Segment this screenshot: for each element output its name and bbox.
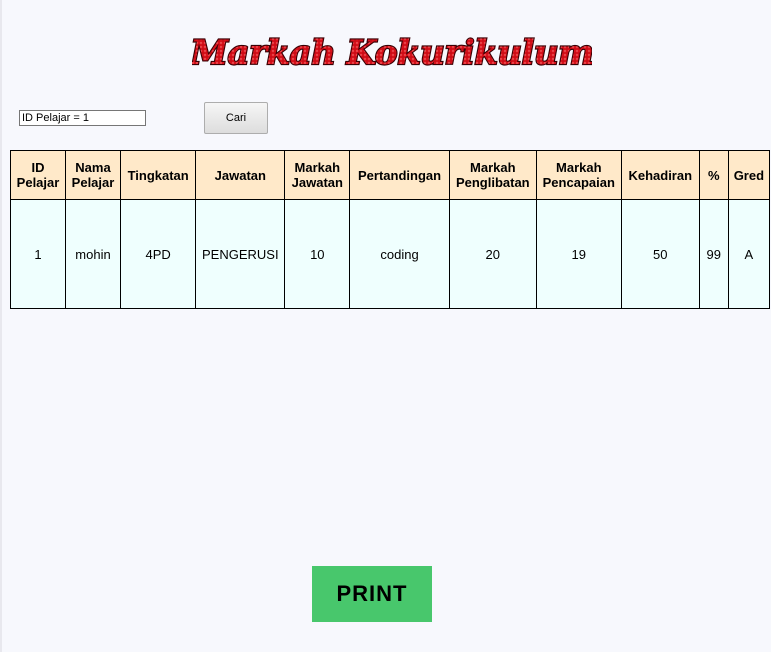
column-header-nama-pelajar: Nama Pelajar [65,150,121,200]
cell-tingkatan: 4PD [119,199,197,309]
cell-nama-pelajar: mohin [65,199,121,309]
column-header-id-pelajar: ID Pelajar [10,150,66,200]
cell-markah-pencapaian: 19 [535,199,622,309]
column-header-markah-pencapaian: Markah Pencapaian [535,150,622,200]
column-header-pertandingan: Pertandingan [349,150,450,200]
cell-gred: A [727,199,771,309]
cell-markah-penglibatan: 20 [448,199,537,309]
print-button[interactable]: PRINT [312,566,432,622]
column-header-percent: % [698,150,729,200]
table-row: 1 mohin 4PD PENGERUSI 10 coding 20 19 50… [10,199,771,309]
search-input[interactable] [19,110,146,126]
column-header-gred: Gred [727,150,771,200]
column-header-jawatan: Jawatan [195,150,286,200]
column-header-kehadiran: Kehadiran [620,150,700,200]
cell-kehadiran: 50 [620,199,700,309]
cell-markah-jawatan: 10 [284,199,351,309]
cell-id-pelajar: 1 [10,199,66,309]
title-graphic: Markah Kokurikulum [192,32,592,74]
page-title-logo: Markah Kokurikulum [192,26,592,78]
page-title: Markah Kokurikulum [192,33,592,73]
table-header-row: ID Pelajar Nama Pelajar Tingkatan Jawata… [10,150,771,200]
cell-jawatan: PENGERUSI [195,199,286,309]
column-header-tingkatan: Tingkatan [119,150,197,200]
column-header-markah-jawatan: Markah Jawatan [284,150,351,200]
cell-percent: 99 [698,199,729,309]
marks-table: ID Pelajar Nama Pelajar Tingkatan Jawata… [10,150,771,309]
column-header-markah-penglibatan: Markah Penglibatan [448,150,537,200]
cell-pertandingan: coding [349,199,450,309]
search-button[interactable]: Cari [204,102,268,134]
page: Markah Kokurikulum Cari ID Pelajar Nama … [0,0,771,652]
